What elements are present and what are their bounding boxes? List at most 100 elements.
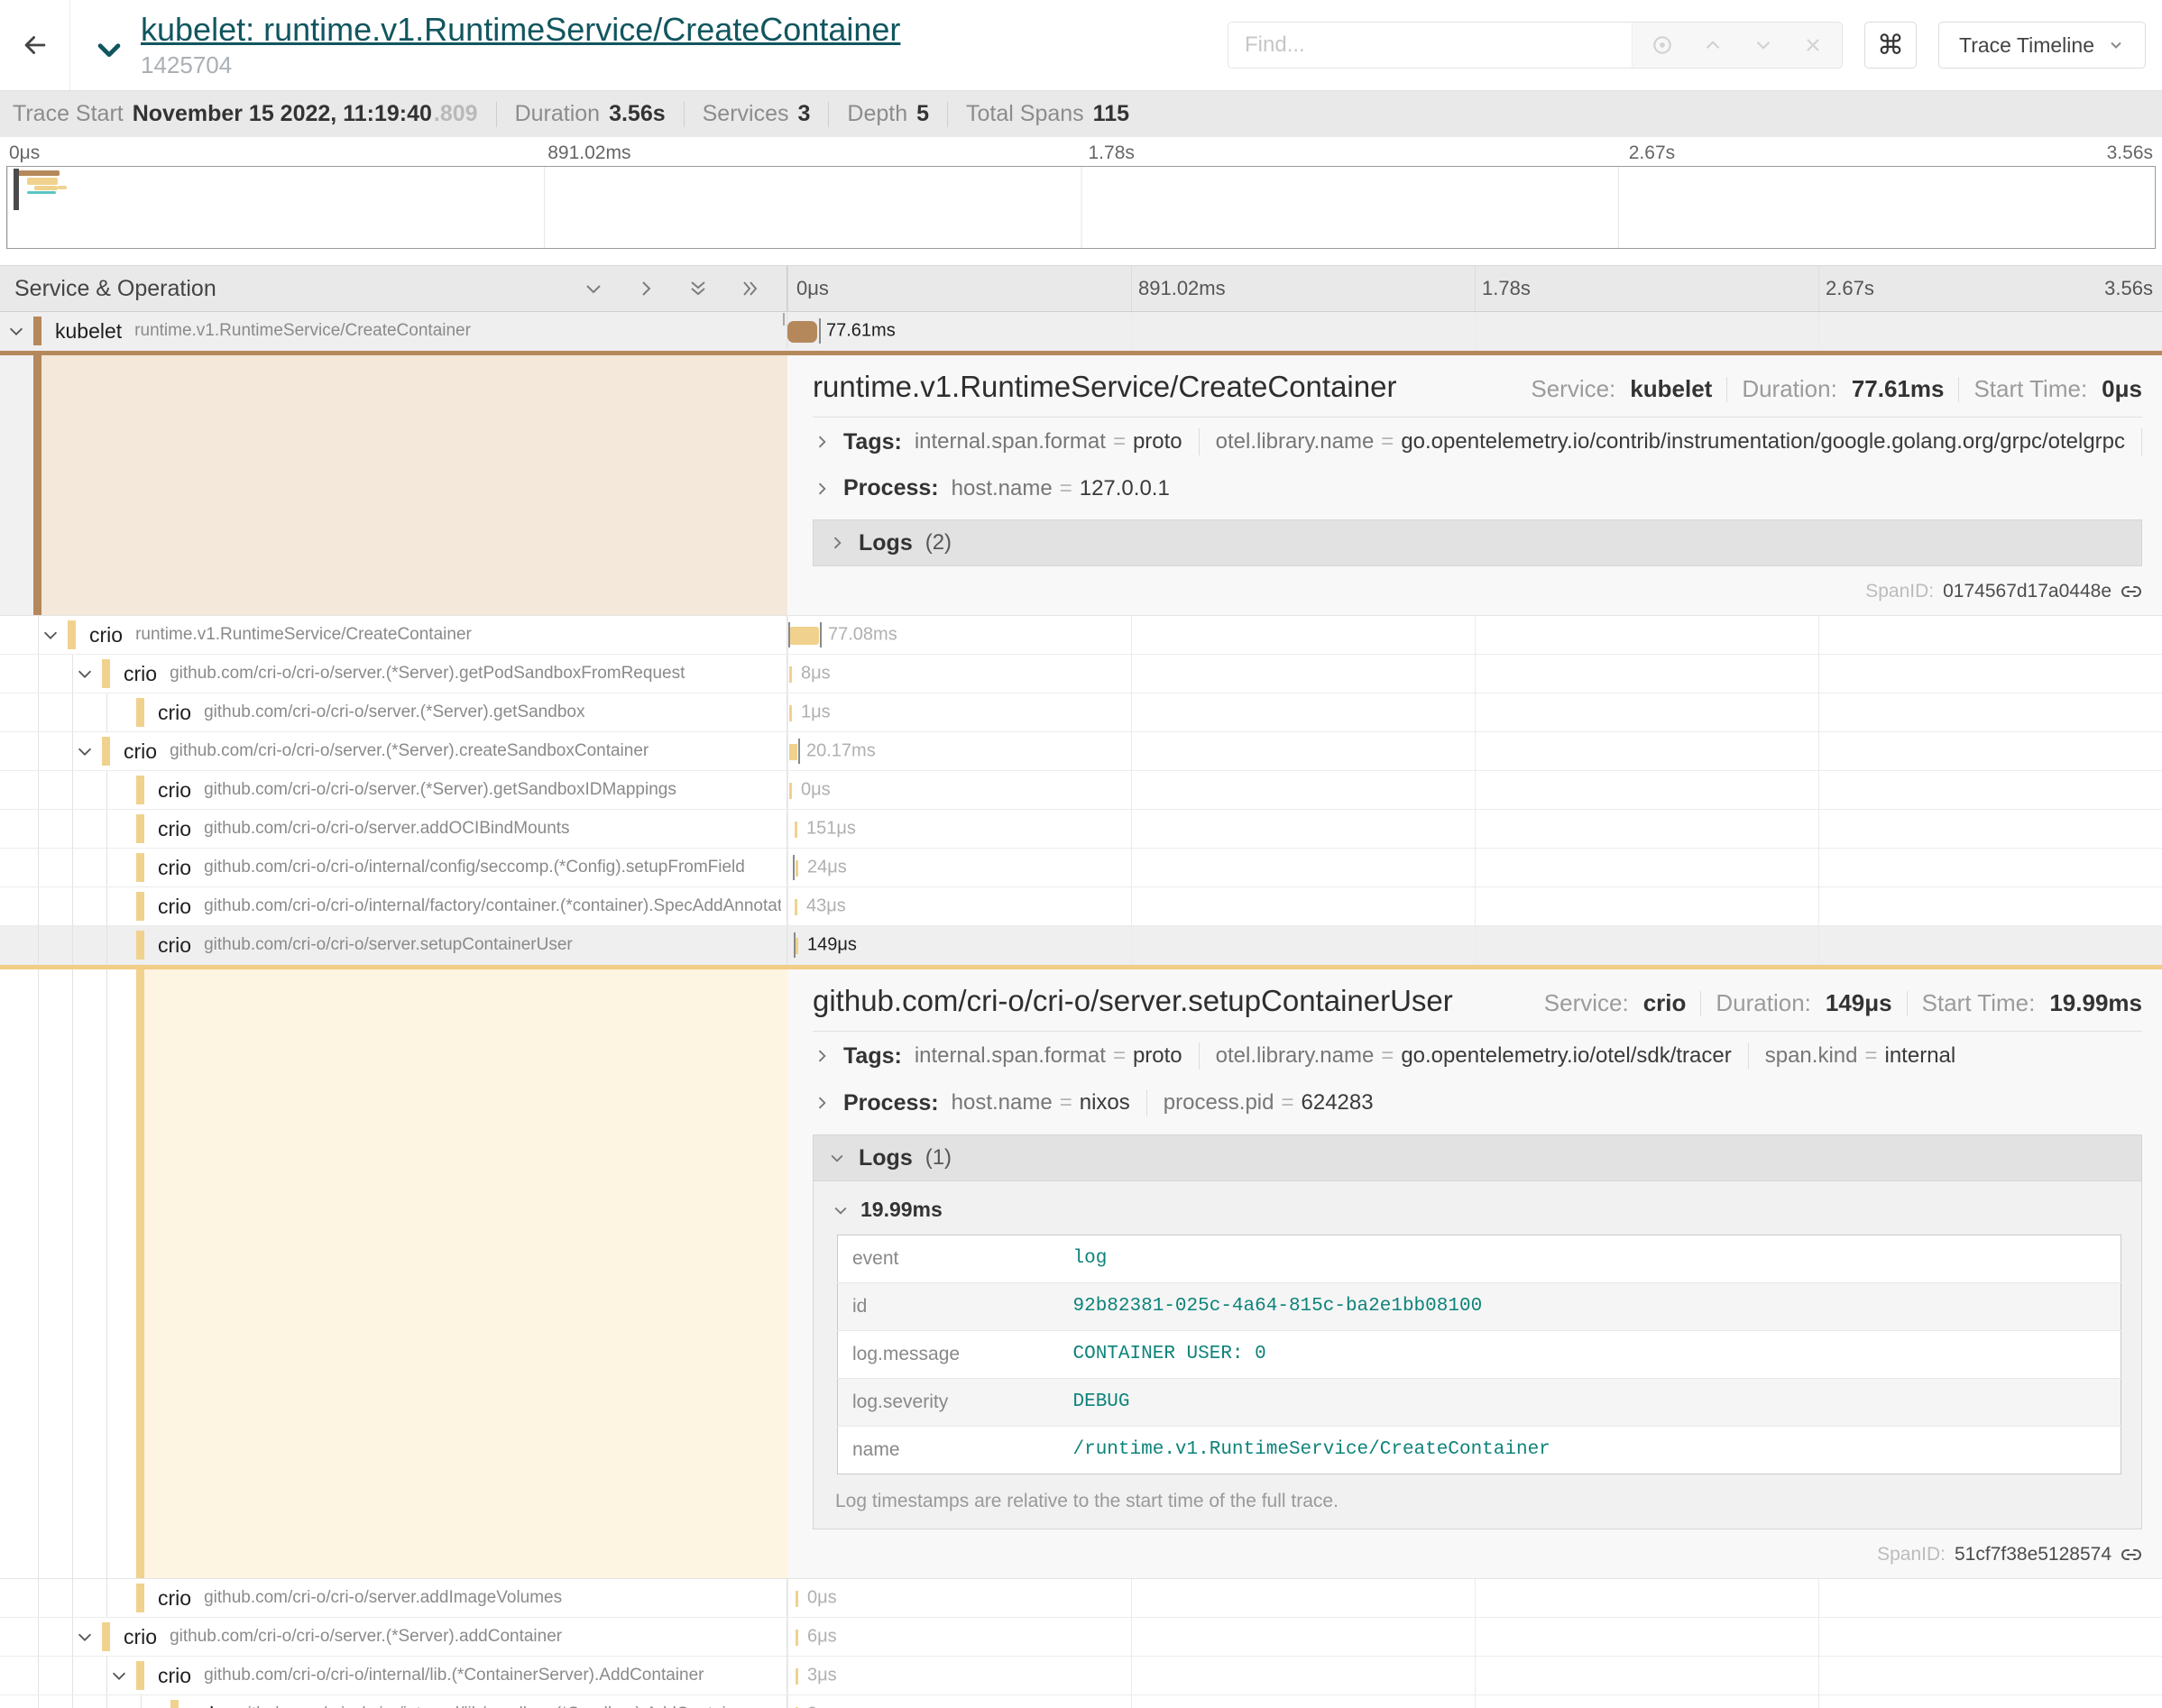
span-row[interactable]: criogithub.com/cri-o/cri-o/server.addOCI…	[0, 810, 2162, 849]
find-controls	[1632, 23, 1842, 68]
span-timeline-cell[interactable]: 3μs	[787, 1657, 2162, 1694]
tags-accordion[interactable]: Tags: internal.span.format=protootel.lib…	[813, 418, 2142, 464]
span-name-cell[interactable]: criogithub.com/cri-o/cri-o/internal/lib.…	[0, 1657, 787, 1694]
collapse-all-chevron-down-icon[interactable]	[94, 34, 124, 69]
span-bar[interactable]	[789, 705, 792, 721]
span-bar[interactable]	[796, 860, 798, 877]
timeline-minimap[interactable]	[6, 166, 2156, 249]
span-timeline-cell[interactable]: 151μs	[787, 810, 2162, 848]
span-detail-panel: runtime.v1.RuntimeService/CreateContaine…	[787, 355, 2162, 615]
span-name-cell[interactable]: criogithub.com/cri-o/cri-o/server.addOCI…	[0, 810, 787, 848]
span-timeline-cell[interactable]: 6μs	[787, 1618, 2162, 1656]
deep-link-icon[interactable]	[2121, 1544, 2142, 1566]
trace-view-select[interactable]: Trace Timeline	[1938, 22, 2146, 69]
clear-search-close-icon[interactable]	[1802, 34, 1824, 56]
span-row[interactable]: criogithub.com/cri-o/cri-o/server.(*Serv…	[0, 732, 2162, 771]
span-name-cell[interactable]: criogithub.com/cri-o/cri-o/server.(*Serv…	[0, 655, 787, 693]
service-operation-header: Service & Operation	[0, 266, 787, 311]
span-row[interactable]: criogithub.com/cri-o/cri-o/internal/fact…	[0, 887, 2162, 926]
expand-all-double-chevron-right-icon[interactable]	[740, 278, 761, 299]
span-bar[interactable]	[795, 822, 797, 838]
span-name-cell[interactable]: criogithub.com/cri-o/cri-o/server.addIma…	[0, 1579, 787, 1617]
span-row[interactable]: criogithub.com/cri-o/cri-o/server.(*Serv…	[0, 693, 2162, 732]
span-timeline-cell[interactable]: 1μs	[787, 693, 2162, 731]
process-accordion[interactable]: Process: host.name=127.0.0.1	[813, 464, 2142, 510]
chevron-right-icon	[828, 534, 846, 552]
span-name-cell[interactable]: criogithub.com/cri-o/cri-o/internal/fact…	[0, 887, 787, 925]
log-fields-table: eventlogid92b82381-025c-4a64-815c-ba2e1b…	[837, 1235, 2121, 1474]
span-bar[interactable]	[795, 899, 797, 915]
span-row[interactable]: criogithub.com/cri-o/cri-o/server.(*Serv…	[0, 771, 2162, 810]
span-timeline-cell[interactable]: 149μs	[787, 926, 2162, 964]
span-bar[interactable]	[796, 1630, 798, 1646]
span-bar[interactable]	[789, 627, 819, 645]
span-row[interactable]: crioruntime.v1.RuntimeService/CreateCont…	[0, 616, 2162, 655]
find-input[interactable]	[1228, 23, 1632, 68]
span-name-cell[interactable]: criogithub.com/cri-o/cri-o/server.(*Serv…	[0, 732, 787, 770]
jaeger-trace-timeline-page: kubelet: runtime.v1.RuntimeService/Creat…	[0, 0, 2162, 1708]
span-row[interactable]: criogithub.com/cri-o/cri-o/server.setupC…	[0, 926, 2162, 965]
log-field-row: name/runtime.v1.RuntimeService/CreateCon…	[838, 1427, 2121, 1474]
span-name-cell[interactable]: crioruntime.v1.RuntimeService/CreateCont…	[0, 616, 787, 654]
span-duration-label: 0μs	[801, 780, 831, 801]
span-timeline-cell[interactable]: 20.17ms	[787, 732, 2162, 770]
span-row[interactable]: criogithub.com/cri-o/cri-o/server.addIma…	[0, 1579, 2162, 1618]
next-match-chevron-down-icon[interactable]	[1752, 33, 1775, 57]
tag-key: host.name	[952, 476, 1053, 500]
timeline-header-ticks: 0μs891.02ms1.78s2.67s3.56s	[787, 266, 2162, 311]
summary-value: 3	[798, 101, 811, 127]
span-bar[interactable]	[796, 1668, 798, 1685]
span-row[interactable]: criogithub.com/cri-o/cri-o/internal/conf…	[0, 849, 2162, 887]
span-timeline-cell[interactable]: 43μs	[787, 887, 2162, 925]
span-timeline-cell[interactable]: 24μs	[787, 849, 2162, 886]
span-timeline-cell[interactable]: 0μs	[787, 1579, 2162, 1617]
process-accordion[interactable]: Process: host.name=nixosprocess.pid=6242…	[813, 1079, 2142, 1125]
tags-accordion[interactable]: Tags: internal.span.format=protootel.lib…	[813, 1032, 2142, 1079]
span-duration-label: 77.61ms	[826, 321, 896, 342]
deep-link-icon[interactable]	[2121, 581, 2142, 602]
span-bar[interactable]	[789, 744, 797, 760]
span-name-cell[interactable]: criogithub.com/cri-o/cri-o/internal/lib/…	[0, 1695, 787, 1708]
span-name-cell[interactable]: criogithub.com/cri-o/cri-o/internal/conf…	[0, 849, 787, 886]
log-entry-toggle[interactable]: 19.99ms	[832, 1198, 2123, 1222]
span-row[interactable]: criogithub.com/cri-o/cri-o/internal/lib/…	[0, 1695, 2162, 1708]
minimap-span-bar	[34, 186, 58, 190]
span-bar[interactable]	[787, 321, 817, 343]
collapse-one-chevron-down-icon[interactable]	[583, 278, 604, 299]
back-button[interactable]	[0, 0, 70, 90]
span-name-cell[interactable]: criogithub.com/cri-o/cri-o/server.(*Serv…	[0, 771, 787, 809]
span-row[interactable]: kubeletruntime.v1.RuntimeService/CreateC…	[0, 312, 2162, 351]
focus-match-icon[interactable]	[1651, 33, 1674, 57]
minimap-scrubber-handle[interactable]	[14, 169, 19, 210]
logs-accordion[interactable]: Logs (2)	[813, 519, 2142, 566]
span-bar[interactable]	[789, 666, 792, 683]
trace-title-link[interactable]: kubelet: runtime.v1.RuntimeService/Creat…	[141, 11, 900, 48]
expand-one-chevron-right-icon[interactable]	[635, 278, 657, 299]
span-service: crio	[158, 1664, 191, 1688]
span-name-cell[interactable]: kubeletruntime.v1.RuntimeService/CreateC…	[0, 312, 787, 350]
span-bar[interactable]	[796, 1591, 798, 1607]
span-timeline-cell[interactable]: 77.61ms	[787, 312, 2162, 350]
equals-sign: =	[1381, 429, 1394, 454]
span-row[interactable]: criogithub.com/cri-o/cri-o/server.(*Serv…	[0, 655, 2162, 693]
tag-item: span.kind=internal	[1765, 1043, 1955, 1069]
process-list: host.name=nixosprocess.pid=624283	[952, 1089, 1374, 1116]
span-timeline-cell[interactable]: 0μs	[787, 771, 2162, 809]
span-timeline-cell[interactable]: 77.08ms	[787, 616, 2162, 654]
span-timeline-cell[interactable]: 8μs	[787, 655, 2162, 693]
keyboard-shortcuts-button[interactable]: ⌘	[1864, 22, 1917, 69]
span-name: criogithub.com/cri-o/cri-o/internal/fact…	[0, 887, 781, 925]
span-bar[interactable]	[789, 783, 792, 799]
service-label: Service:	[1531, 375, 1615, 403]
span-timeline-cell[interactable]: 0μs	[787, 1695, 2162, 1708]
span-name-cell[interactable]: criogithub.com/cri-o/cri-o/server.(*Serv…	[0, 693, 787, 731]
logs-accordion[interactable]: Logs (1)	[813, 1134, 2142, 1181]
span-name-cell[interactable]: criogithub.com/cri-o/cri-o/server.setupC…	[0, 926, 787, 964]
prev-match-chevron-up-icon[interactable]	[1701, 33, 1725, 57]
collapse-all-double-chevron-down-icon[interactable]	[687, 278, 709, 299]
span-name-cell[interactable]: criogithub.com/cri-o/cri-o/server.(*Serv…	[0, 1618, 787, 1656]
span-row[interactable]: criogithub.com/cri-o/cri-o/internal/lib.…	[0, 1657, 2162, 1695]
span-row[interactable]: criogithub.com/cri-o/cri-o/server.(*Serv…	[0, 1618, 2162, 1657]
minimap-span-bar	[14, 170, 60, 176]
span-bar[interactable]	[796, 938, 798, 954]
